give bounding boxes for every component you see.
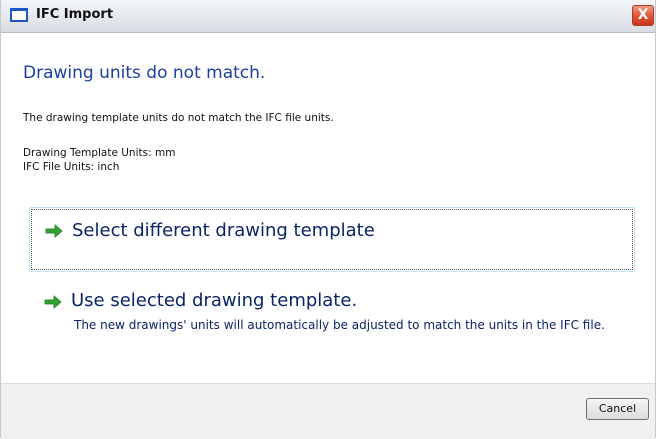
window-title: IFC Import — [36, 7, 114, 22]
dialog-footer: Cancel — [1, 383, 655, 439]
ifc-units-text: IFC File Units: inch — [23, 161, 120, 173]
dialog-heading: Drawing units do not match. — [23, 63, 266, 83]
template-units-text: Drawing Template Units: mm — [23, 147, 176, 159]
units-info: Drawing Template Units: mm IFC File Unit… — [23, 146, 175, 174]
window-icon — [10, 8, 28, 22]
use-selected-template-option[interactable]: Use selected drawing template. The new d… — [29, 285, 635, 365]
title-bar[interactable]: IFC Import X — [1, 0, 655, 33]
green-arrow-right-icon — [45, 224, 63, 238]
option-label: Select different drawing template — [72, 220, 375, 241]
green-arrow-right-icon — [44, 295, 62, 309]
option-label: Use selected drawing template. — [71, 290, 358, 311]
ifc-import-dialog: IFC Import X Drawing units do not match.… — [0, 0, 656, 439]
option-description: The new drawings' units will automatical… — [74, 318, 605, 332]
close-button[interactable]: X — [632, 5, 654, 26]
mismatch-message: The drawing template units do not match … — [23, 112, 334, 124]
select-different-template-option[interactable]: Select different drawing template — [29, 207, 635, 272]
cancel-button[interactable]: Cancel — [586, 398, 649, 420]
